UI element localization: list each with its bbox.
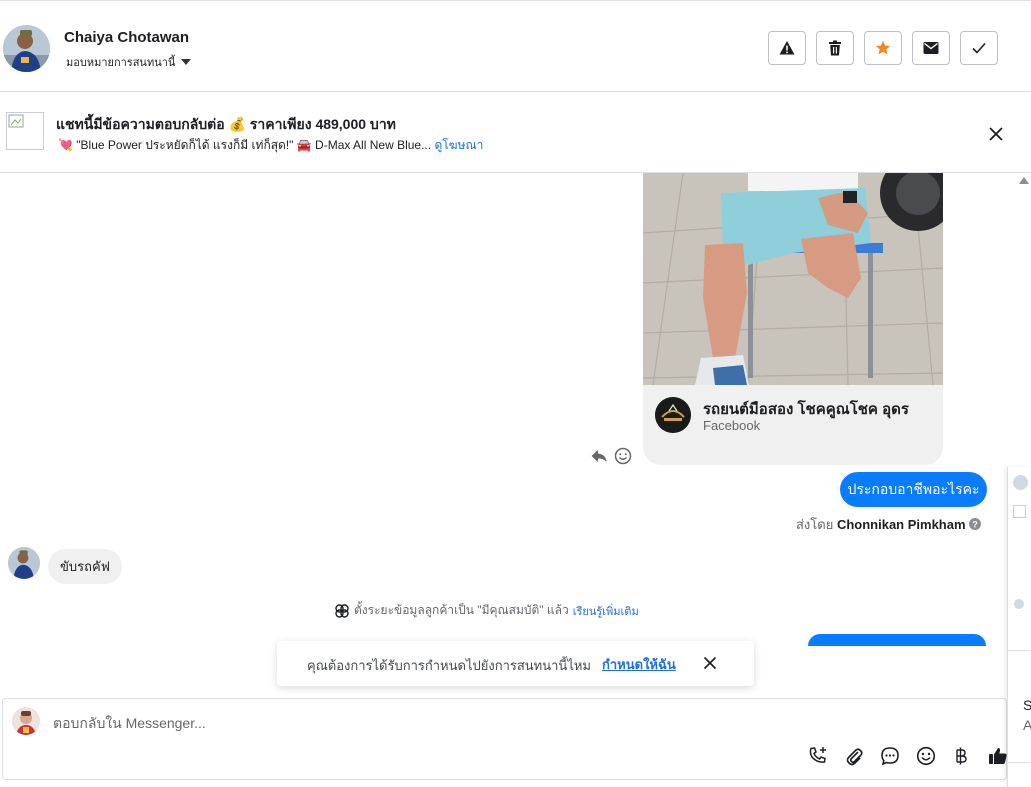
incoming-message[interactable]: ขับรถคัฟ bbox=[48, 549, 122, 584]
toast-close-button[interactable] bbox=[703, 656, 717, 675]
saved-replies-button[interactable] bbox=[879, 745, 901, 767]
side-panel-avatar[interactable] bbox=[1013, 475, 1028, 490]
assign-conversation-dropdown[interactable]: มอบหมายการสนทนานี้ bbox=[66, 53, 192, 71]
mark-unread-button[interactable] bbox=[912, 31, 950, 65]
reply-icon[interactable] bbox=[590, 448, 608, 469]
lead-stage-icon bbox=[335, 603, 349, 618]
sent-by-label: ส่งโดย bbox=[796, 517, 834, 532]
ad-title: แชทนี้มีข้อความตอบกลับต่อ 💰 ราคาเพียง 48… bbox=[56, 116, 396, 132]
assign-to-me-link[interactable]: กำหนดให้ฉัน bbox=[602, 654, 676, 675]
sent-by-name[interactable]: Chonnikan Pimkham bbox=[837, 517, 966, 532]
outgoing-message[interactable]: ประกอบอาชีพอะไรคะ bbox=[840, 472, 987, 507]
ad-subtitle: 💘 "Blue Power ประหยัดก็ได้ แรงก็มี เท่ก็… bbox=[58, 136, 483, 155]
attach-button[interactable] bbox=[843, 745, 865, 767]
like-button[interactable] bbox=[987, 745, 1009, 767]
shared-post-source: Facebook bbox=[703, 418, 761, 433]
learn-more-link[interactable]: เรียนรู้เพิ่มเติม bbox=[573, 602, 639, 620]
side-panel-thumbnail bbox=[1013, 505, 1026, 518]
thumbs-up-icon bbox=[989, 748, 1007, 764]
caret-down-icon bbox=[181, 59, 192, 65]
baht-icon bbox=[956, 747, 967, 765]
mark-spam-button[interactable] bbox=[768, 31, 806, 65]
side-panel-avatar-2[interactable] bbox=[1014, 599, 1024, 609]
react-emoji-icon[interactable] bbox=[614, 447, 632, 470]
close-icon bbox=[703, 656, 717, 670]
warning-icon bbox=[779, 41, 795, 55]
agent-avatar bbox=[12, 707, 40, 735]
ad-thumbnail bbox=[6, 112, 44, 150]
side-panel-letter-s: S bbox=[1023, 697, 1031, 713]
star-icon bbox=[875, 40, 891, 55]
scroll-up-arrow[interactable] bbox=[1019, 177, 1029, 184]
mark-done-button[interactable] bbox=[960, 31, 998, 65]
system-message-text: ตั้งระยะข้อมูลลูกค้าเป็น "มีคุณสมบัติ" แ… bbox=[354, 603, 569, 617]
svg-text:?: ? bbox=[972, 520, 978, 530]
conversation-header: Chaiya Chotawan มอบหมายการสนทนานี้ bbox=[0, 0, 1031, 92]
side-panel-divider bbox=[1008, 650, 1031, 651]
star-button[interactable] bbox=[864, 31, 902, 65]
side-panel-divider-2 bbox=[1008, 762, 1031, 763]
phone-plus-icon bbox=[809, 747, 826, 763]
ad-subtitle-text: 💘 "Blue Power ประหยัดก็ได้ แรงก็มี เท่ก็… bbox=[58, 138, 432, 152]
outgoing-message-partial[interactable] bbox=[808, 634, 986, 646]
view-ad-link[interactable]: ดูโฆษณา bbox=[434, 138, 483, 152]
sent-by-line: ส่งโดย Chonnikan Pimkham ? bbox=[796, 514, 982, 535]
emoji-icon bbox=[916, 746, 936, 766]
help-icon[interactable]: ? bbox=[969, 518, 982, 530]
saved-reply-icon bbox=[881, 747, 899, 766]
trash-icon bbox=[829, 40, 841, 56]
ad-reply-banner: แชทนี้มีข้อความตอบกลับต่อ 💰 ราคาเพียง 48… bbox=[0, 92, 1031, 173]
close-icon bbox=[989, 127, 1003, 141]
contact-avatar[interactable] bbox=[3, 25, 50, 72]
envelope-icon bbox=[923, 42, 939, 54]
reply-input[interactable] bbox=[53, 713, 653, 733]
call-button[interactable] bbox=[807, 745, 829, 767]
side-panel-letter-a: A bbox=[1023, 717, 1031, 733]
system-message: ตั้งระยะข้อมูลลูกค้าเป็น "มีคุณสมบัติ" แ… bbox=[334, 601, 639, 620]
shared-post-image[interactable] bbox=[643, 173, 943, 385]
message-composer bbox=[2, 698, 1007, 780]
side-panel: S A bbox=[1007, 467, 1031, 787]
close-banner-button[interactable] bbox=[986, 124, 1006, 144]
page-logo bbox=[655, 397, 691, 433]
contact-name[interactable]: Chaiya Chotawan bbox=[64, 29, 189, 46]
delete-button[interactable] bbox=[816, 31, 854, 65]
assign-prompt-toast: คุณต้องการได้รับการกำหนดไปยังการสนทนานี้… bbox=[277, 641, 754, 686]
assign-label: มอบหมายการสนทนานี้ bbox=[66, 57, 176, 69]
payment-button[interactable] bbox=[950, 745, 972, 767]
emoji-button[interactable] bbox=[915, 745, 937, 767]
attachment-icon bbox=[846, 748, 863, 766]
assign-prompt-text: คุณต้องการได้รับการกำหนดไปยังการสนทนานี้… bbox=[307, 658, 591, 673]
sender-avatar bbox=[8, 547, 40, 579]
check-icon bbox=[972, 42, 986, 54]
